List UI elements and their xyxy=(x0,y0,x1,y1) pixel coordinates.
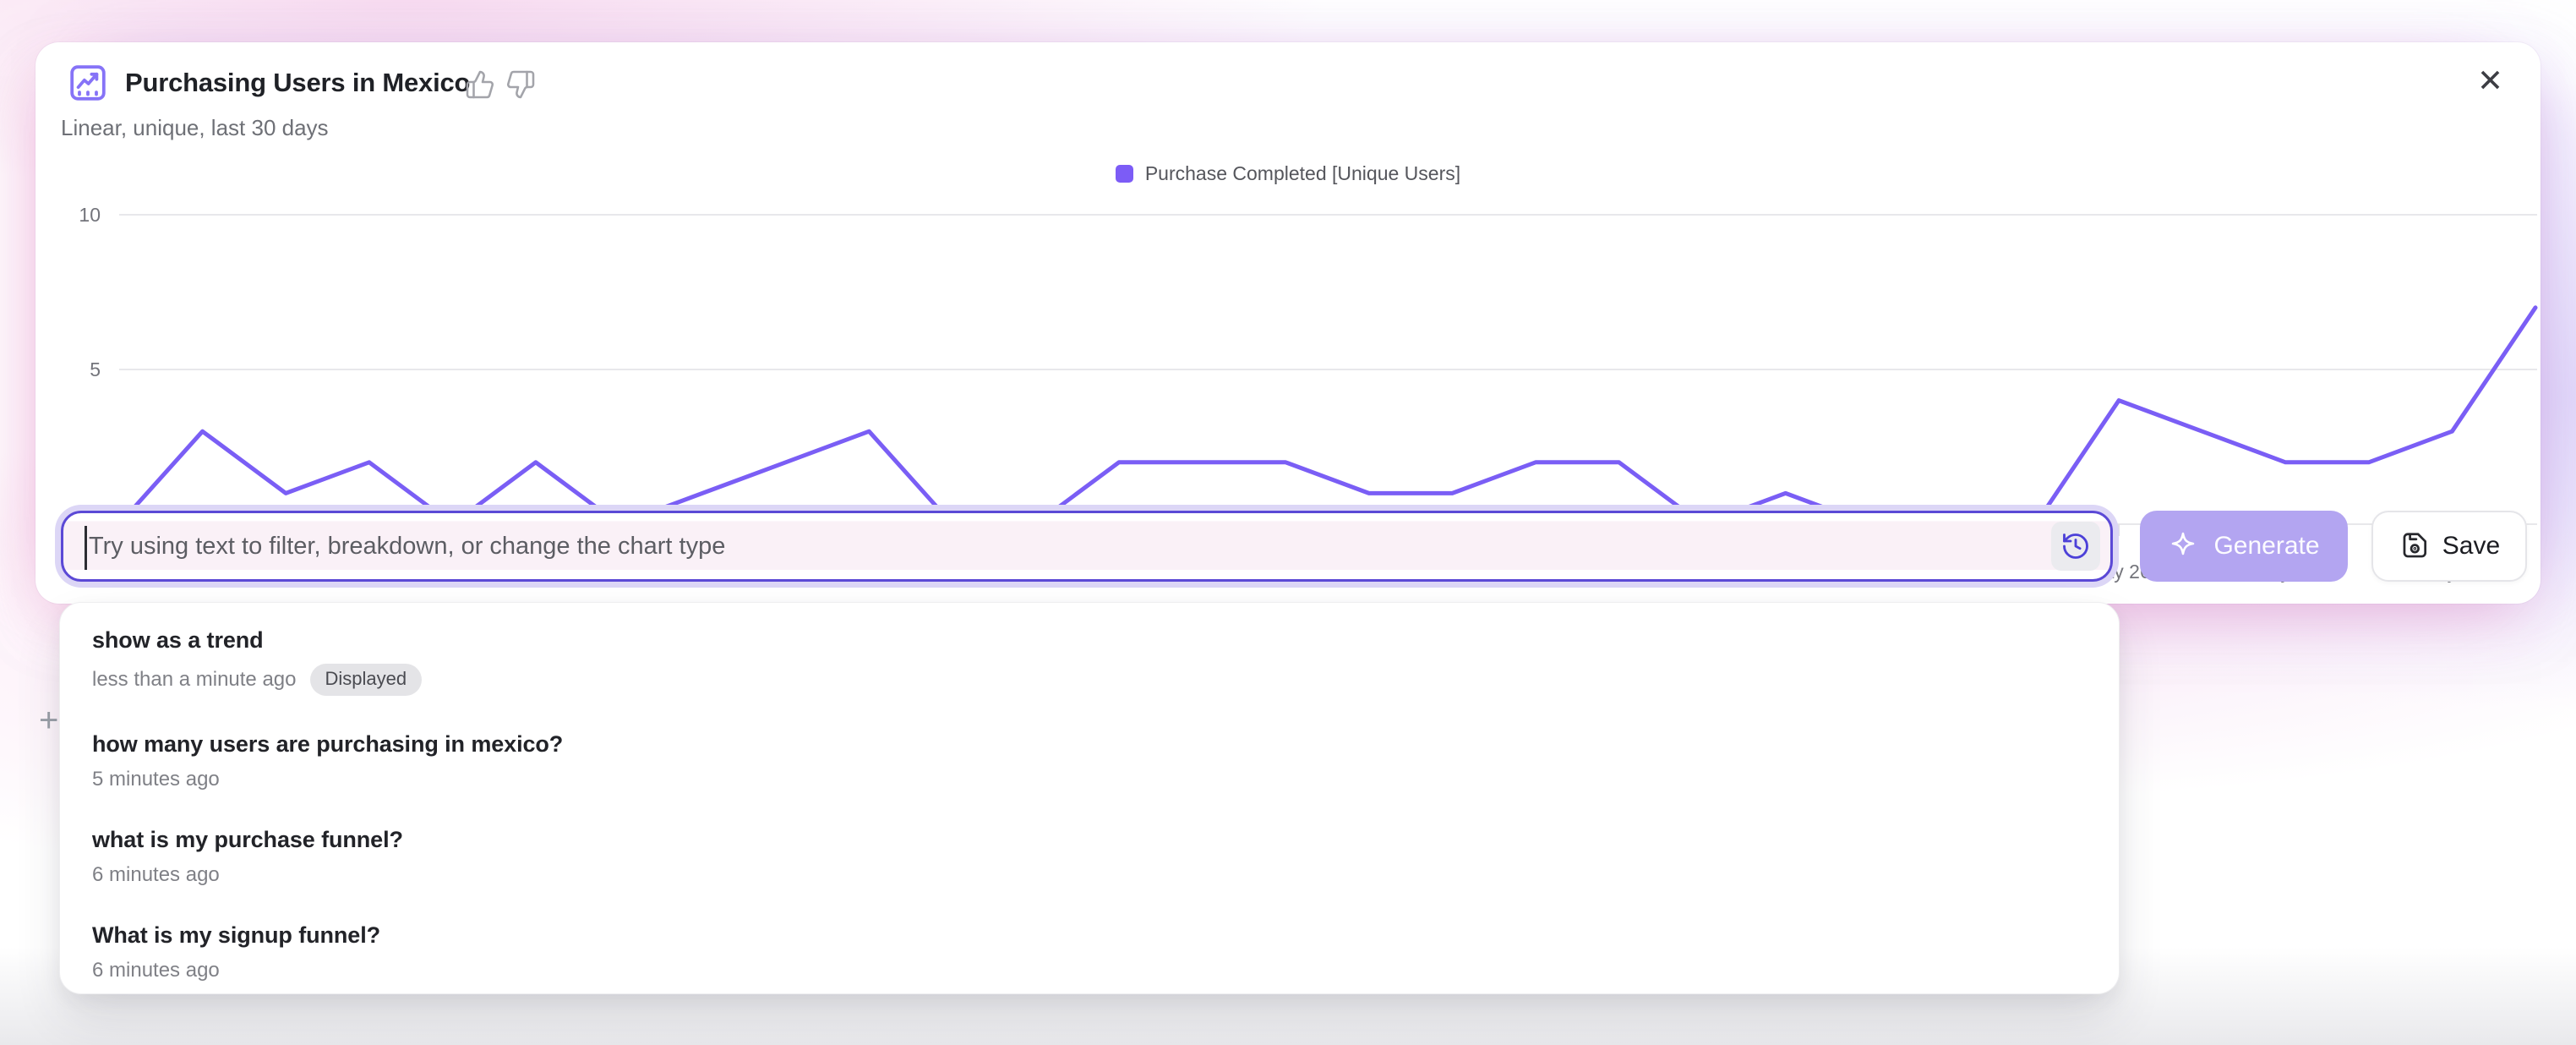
displayed-badge: Displayed xyxy=(310,664,423,696)
insight-card: Purchasing Users in Mexico ✕ Linear, uni… xyxy=(35,42,2541,604)
card-title: Purchasing Users in Mexico xyxy=(125,63,470,103)
history-item[interactable]: What is my signup funnel? 6 minutes ago xyxy=(60,903,2119,994)
history-item-time: 6 minutes ago xyxy=(92,959,220,982)
line-chart-icon xyxy=(68,63,108,103)
legend-swatch xyxy=(1116,165,1133,183)
history-item-query: how many users are purchasing in mexico? xyxy=(92,731,2087,758)
history-item-time: less than a minute ago xyxy=(92,668,297,692)
history-item[interactable]: how many users are purchasing in mexico?… xyxy=(60,712,2119,807)
sparkle-icon xyxy=(2168,531,2198,561)
history-item[interactable]: show as a trend less than a minute ago D… xyxy=(60,608,2119,712)
generate-label: Generate xyxy=(2213,532,2319,561)
svg-text:5: 5 xyxy=(90,358,101,380)
close-button[interactable]: ✕ xyxy=(2477,64,2503,98)
save-disk-icon xyxy=(2399,530,2431,562)
thumbs-down-button[interactable] xyxy=(505,69,536,100)
app-background: Purchasing Users in Mexico ✕ Linear, uni… xyxy=(0,0,2576,1045)
save-label: Save xyxy=(2442,532,2500,561)
history-item-query: what is my purchase funnel? xyxy=(92,827,2087,853)
history-clock-icon xyxy=(2060,531,2091,561)
legend-label: Purchase Completed [Unique Users] xyxy=(1145,162,1460,185)
generate-button[interactable]: Generate xyxy=(2140,511,2348,582)
svg-text:10: 10 xyxy=(79,204,101,226)
card-subtitle: Linear, unique, last 30 days xyxy=(61,115,329,141)
add-button-partial[interactable]: + xyxy=(39,702,58,740)
history-button[interactable] xyxy=(2051,522,2100,571)
ai-prompt-input[interactable] xyxy=(63,513,2051,579)
save-button[interactable]: Save xyxy=(2371,511,2527,582)
ai-prompt-field xyxy=(61,511,2113,582)
thumbs-up-button[interactable] xyxy=(465,69,495,100)
history-item-time: 6 minutes ago xyxy=(92,863,220,887)
history-item-query: show as a trend xyxy=(92,627,2087,654)
history-item-query: What is my signup funnel? xyxy=(92,922,2087,949)
chart-legend: Purchase Completed [Unique Users] xyxy=(35,162,2541,185)
history-item-time: 5 minutes ago xyxy=(92,768,220,791)
text-caret xyxy=(85,526,87,570)
history-item[interactable]: what is my purchase funnel? 6 minutes ag… xyxy=(60,807,2119,903)
query-history-dropdown: show as a trend less than a minute ago D… xyxy=(59,602,2120,994)
thumbs-down-icon xyxy=(505,69,536,100)
thumbs-up-icon xyxy=(465,69,495,100)
